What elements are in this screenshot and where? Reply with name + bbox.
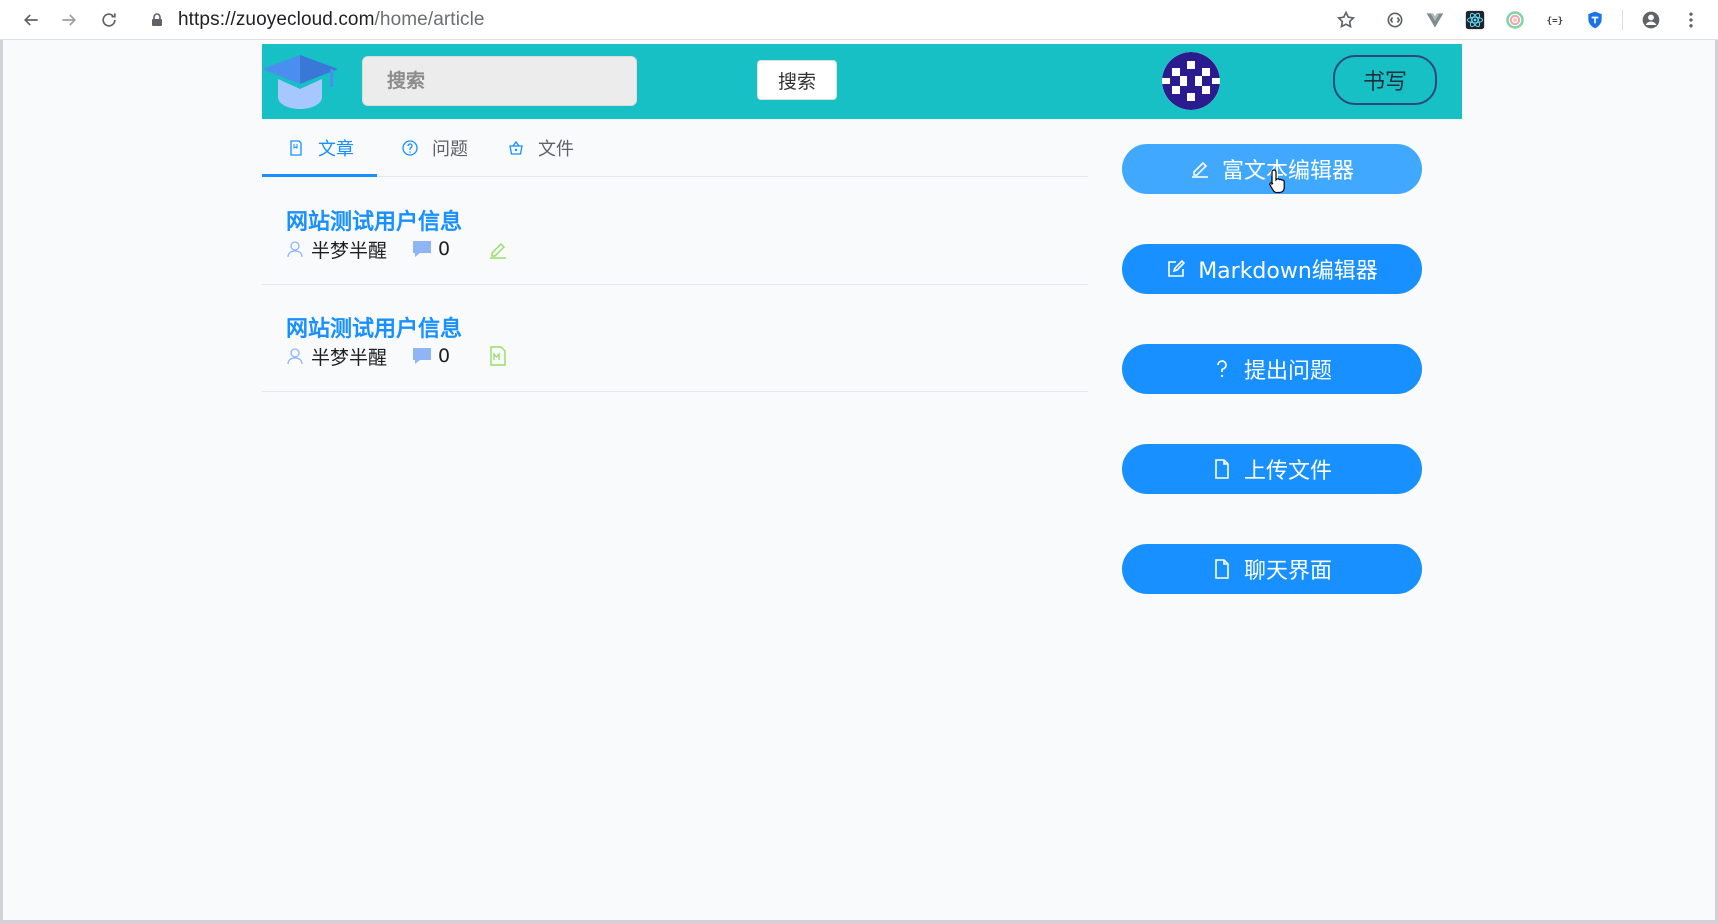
back-icon[interactable] — [18, 7, 44, 33]
tab-articles[interactable]: 文章 — [288, 119, 354, 177]
url-path: /home/article — [374, 9, 485, 30]
comment-icon — [413, 348, 432, 364]
article-meta: 半梦半醒 0 — [286, 236, 508, 262]
avatar[interactable] — [1162, 52, 1220, 110]
search-input[interactable] — [362, 56, 637, 106]
tab-label: 文章 — [318, 139, 354, 160]
active-tab-indicator — [262, 174, 377, 177]
content-tabs: 文章 问题 文件 — [262, 119, 1088, 177]
tab-files[interactable]: 文件 — [508, 119, 574, 177]
react-devtools-icon[interactable] — [1464, 9, 1486, 31]
tab-questions[interactable]: 问题 — [402, 119, 468, 177]
markdown-file-icon — [490, 346, 506, 366]
tab-label: 文件 — [538, 139, 574, 160]
user-icon — [287, 241, 303, 258]
button-label: 提出问题 — [1243, 359, 1332, 384]
address-bar[interactable]: https://zuoyecloud.com/home/article — [150, 6, 1310, 34]
article-author: 半梦半醒 — [311, 346, 388, 369]
article-list: 网站测试用户信息 半梦半醒 0 网站测试用户信息 半梦半醒 0 — [262, 178, 1088, 392]
write-button[interactable]: 书写 — [1333, 55, 1437, 105]
hand-cursor-icon — [1269, 169, 1285, 194]
markdown-editor-button[interactable]: Markdown编辑器 — [1122, 244, 1422, 294]
account-icon[interactable] — [1640, 9, 1662, 31]
user-icon — [287, 348, 303, 365]
button-label: Markdown编辑器 — [1198, 259, 1378, 284]
button-label: 上传文件 — [1243, 459, 1332, 484]
comment-count: 0 — [438, 345, 451, 367]
article-title[interactable]: 网站测试用户信息 — [286, 311, 462, 343]
forward-icon[interactable] — [56, 7, 82, 33]
extension-icon[interactable] — [1384, 9, 1406, 31]
toolbar-divider — [1622, 10, 1623, 30]
document-icon — [290, 140, 302, 156]
file-icon — [1215, 559, 1229, 579]
app-header: 搜索 书写 — [262, 44, 1462, 119]
vue-devtools-icon[interactable] — [1424, 9, 1446, 31]
search-button[interactable]: 搜索 — [757, 60, 837, 100]
lock-icon — [152, 13, 162, 26]
reload-icon[interactable] — [96, 7, 122, 33]
list-item: 网站测试用户信息 半梦半醒 0 — [262, 178, 1088, 285]
file-icon — [1215, 459, 1229, 479]
json-icon[interactable]: {=} — [1544, 9, 1566, 31]
shield-icon[interactable] — [1584, 9, 1606, 31]
comment-icon — [413, 241, 432, 257]
edit-square-icon — [1168, 259, 1186, 277]
article-author: 半梦半醒 — [311, 239, 388, 262]
graduation-cap-logo-icon[interactable] — [262, 51, 338, 111]
url-text: https://zuoyecloud.com/home/article — [178, 9, 485, 31]
url-host: https://zuoyecloud.com — [178, 9, 375, 30]
chat-interface-button[interactable]: 聊天界面 — [1122, 544, 1422, 594]
color-picker-icon[interactable] — [1504, 9, 1526, 31]
edit-icon — [1191, 161, 1208, 178]
article-title[interactable]: 网站测试用户信息 — [286, 204, 462, 236]
question-circle-icon — [402, 140, 418, 156]
button-label: 聊天界面 — [1243, 559, 1332, 584]
star-icon[interactable] — [1335, 9, 1357, 31]
list-item: 网站测试用户信息 半梦半醒 0 — [262, 285, 1088, 392]
browser-toolbar: https://zuoyecloud.com/home/article {=} — [0, 0, 1718, 40]
tab-label: 问题 — [432, 139, 468, 160]
upload-file-button[interactable]: 上传文件 — [1122, 444, 1422, 494]
menu-icon[interactable] — [1680, 9, 1702, 31]
question-icon — [1217, 360, 1227, 378]
comment-count: 0 — [438, 238, 451, 260]
edit-icon — [490, 243, 507, 259]
article-meta: 半梦半醒 0 — [286, 343, 508, 369]
svg-text:{=}: {=} — [1547, 15, 1564, 26]
ask-question-button[interactable]: 提出问题 — [1122, 344, 1422, 394]
basket-icon — [509, 140, 523, 155]
